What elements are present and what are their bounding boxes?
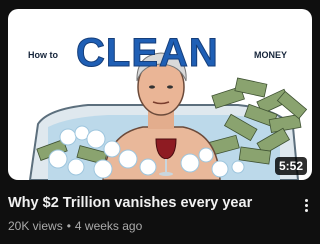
video-thumbnail[interactable]: How to CLEAN MONEY 5:52 xyxy=(8,9,312,180)
video-title[interactable]: Why $2 Trillion vanishes every year xyxy=(8,193,288,213)
dot xyxy=(304,199,308,202)
video-subtitle: 20K views • 4 weeks ago xyxy=(8,218,288,234)
duration-badge: 5:52 xyxy=(274,157,307,175)
thumbnail-text-money: MONEY xyxy=(254,50,288,60)
thumbnail-text-howto: How to xyxy=(28,50,58,60)
video-meta: Why $2 Trillion vanishes every year 20K … xyxy=(8,193,288,234)
dot xyxy=(304,204,308,207)
view-count: 20K views xyxy=(8,219,63,233)
separator-dot: • xyxy=(66,219,71,233)
more-vert-icon[interactable] xyxy=(302,197,310,217)
upload-age: 4 weeks ago xyxy=(74,219,143,233)
thumbnail-text-clean: CLEAN xyxy=(76,31,219,76)
dot xyxy=(304,209,308,212)
